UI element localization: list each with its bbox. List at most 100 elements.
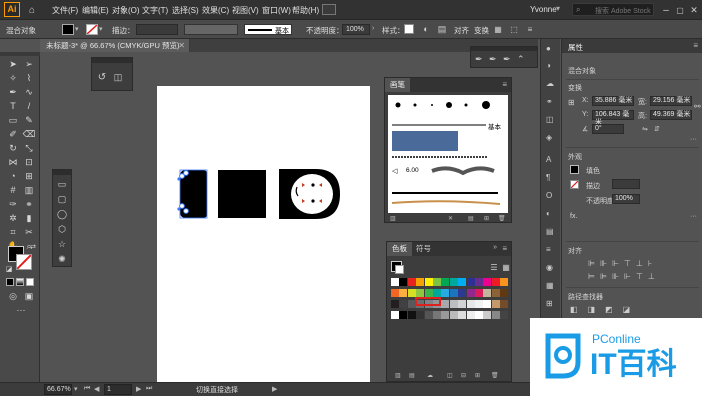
delete-icon[interactable]: 🗑 [491, 372, 499, 379]
stock-search-field[interactable]: ⌕ 搜索 Adobe Stock [572, 3, 654, 16]
shaper-tool-icon[interactable]: ✐ [6, 128, 20, 140]
menu-type[interactable]: 文字(T) [142, 5, 168, 16]
home-icon[interactable]: ⌂ [26, 4, 38, 16]
more-options-icon[interactable]: ··· [690, 213, 697, 220]
rotate-left-icon[interactable]: ↺ [96, 71, 108, 83]
reflect-icon[interactable]: ◫ [112, 71, 124, 83]
character-icon[interactable]: A [546, 155, 551, 164]
artboards-icon[interactable]: ◫ [546, 115, 554, 124]
cc-libraries-icon[interactable]: ☁ [546, 79, 554, 88]
menu-select[interactable]: 选择(S) [172, 5, 199, 16]
color-swatch[interactable] [424, 289, 433, 297]
appearance-icon[interactable]: ◉ [546, 263, 553, 272]
color-swatch[interactable] [466, 289, 475, 297]
color-swatch[interactable] [475, 311, 483, 319]
tab-symbols[interactable]: 符号 [411, 242, 436, 256]
color-swatch[interactable] [475, 278, 483, 286]
opacity-field[interactable]: 100% [342, 24, 370, 35]
color-swatch[interactable] [433, 311, 441, 319]
list-view-icon[interactable]: ☰ [489, 262, 499, 272]
gradient-icon[interactable]: ▤ [546, 227, 554, 236]
tab-brushes[interactable]: 画笔 [385, 78, 410, 92]
color-swatch[interactable] [399, 278, 408, 286]
chevron-down-icon[interactable]: ▾ [74, 385, 78, 393]
distribute-buttons-row[interactable]: ⊨⊫⊪⊩⊤⊥ [588, 272, 698, 282]
chevron-right-icon[interactable]: › [372, 25, 374, 32]
fill-swatch[interactable] [62, 24, 74, 35]
color-swatch[interactable] [441, 300, 450, 308]
color-swatch[interactable] [449, 300, 458, 308]
color-swatch[interactable] [491, 278, 500, 286]
color-guide-icon[interactable]: ◑ [546, 61, 551, 70]
brush-library-list[interactable]: 基本 ◁ 6.00 [388, 95, 508, 213]
artboard-number-field[interactable]: 1 [104, 384, 132, 395]
reference-point-icon[interactable]: ⊞ [568, 98, 575, 107]
rounded-rectangle-icon[interactable]: ▢ [56, 194, 68, 204]
swatch-options-icon[interactable]: ◫ [447, 372, 453, 379]
color-swatch[interactable] [475, 300, 483, 308]
graphic-style-swatch[interactable] [404, 24, 414, 34]
rotate-tool-icon[interactable]: ↻ [6, 142, 20, 154]
remove-stroke-icon[interactable]: ✕ [448, 215, 453, 222]
menu-help[interactable]: 帮助(H) [292, 5, 319, 16]
align-buttons-row[interactable]: ⊫⊪⊩⊤⊥⊦ [588, 259, 698, 269]
artboard-tool-icon[interactable]: ⌗ [6, 226, 20, 238]
color-swatch[interactable] [407, 278, 416, 286]
screen-mode-icon[interactable]: ▣ [22, 290, 36, 302]
chevron-down-icon[interactable]: ▾ [556, 4, 560, 13]
curvature-tool-icon[interactable]: ∿ [22, 86, 36, 98]
height-field[interactable]: 49.369 毫米 [650, 110, 692, 120]
fx-button[interactable]: fx. [570, 213, 577, 220]
none-mode-icon[interactable] [26, 278, 34, 286]
new-brush-icon[interactable]: ⊞ [484, 215, 489, 222]
stroke-icon[interactable]: ≡ [546, 245, 551, 254]
color-swatch[interactable] [399, 289, 408, 297]
menu-view[interactable]: 视图(V) [232, 5, 259, 16]
minimize-icon[interactable]: – [660, 4, 672, 16]
variable-width-profile[interactable] [184, 24, 238, 35]
menu-file[interactable]: 文件(F) [52, 5, 78, 16]
status-menu-icon[interactable]: ▶ [272, 385, 277, 393]
x-field[interactable]: 35.886 毫米 [592, 96, 634, 106]
panel-menu-icon[interactable]: ≡ [693, 41, 698, 50]
tab-swatches[interactable]: 色板 [387, 242, 412, 256]
direct-selection-tool-icon[interactable]: ➢ [22, 58, 36, 70]
color-panel-icon[interactable]: ● [546, 44, 551, 53]
transform-link[interactable]: 变换 [474, 25, 489, 36]
menu-edit[interactable]: 编辑(E) [82, 5, 109, 16]
polygon-icon[interactable]: ⬡ [56, 224, 68, 234]
color-swatch[interactable] [391, 311, 399, 319]
lasso-icon[interactable]: ⌇ [22, 72, 36, 84]
panel-grip[interactable] [53, 170, 71, 175]
color-swatch[interactable] [433, 289, 441, 297]
slice-tool-icon[interactable]: ✂ [22, 226, 36, 238]
new-group-icon[interactable]: ⊟ [461, 372, 466, 379]
show-kinds-icon[interactable]: ▤ [409, 372, 415, 379]
color-swatch[interactable] [407, 311, 416, 319]
maximize-icon[interactable]: ▢ [674, 4, 686, 16]
last-artboard-icon[interactable]: ⏭ [146, 385, 152, 393]
panel-menu-icon[interactable]: ≡ [502, 244, 507, 253]
color-swatch[interactable] [399, 300, 408, 308]
paintbrush-icon[interactable]: ✎ [22, 114, 36, 126]
free-transform-icon[interactable]: ⊡ [22, 156, 36, 168]
scale-tool-icon[interactable]: ⤡ [22, 142, 36, 154]
align-link[interactable]: 对齐 [454, 25, 469, 36]
tab-properties[interactable]: 属性 [568, 42, 583, 53]
edit-toolbar-icon[interactable]: ··· [14, 304, 28, 316]
stroke-swatch[interactable] [86, 24, 98, 35]
current-stroke-swatch[interactable] [395, 265, 404, 274]
zoom-field[interactable]: 66.67% [44, 384, 72, 395]
color-swatch[interactable] [441, 289, 450, 297]
stroke-color-box[interactable] [16, 254, 32, 270]
line-tool-icon[interactable]: / [22, 100, 36, 112]
color-swatch[interactable] [458, 311, 467, 319]
delete-anchor-icon[interactable]: ✒ [503, 54, 511, 65]
delete-icon[interactable]: 🗑 [498, 215, 506, 222]
color-swatch[interactable] [391, 289, 399, 297]
color-swatch[interactable] [416, 311, 425, 319]
flip-vertical-icon[interactable]: ⇵ [654, 125, 660, 133]
color-swatch[interactable] [416, 289, 425, 297]
color-swatch[interactable] [483, 278, 492, 286]
flare-icon[interactable]: ✺ [56, 254, 68, 264]
